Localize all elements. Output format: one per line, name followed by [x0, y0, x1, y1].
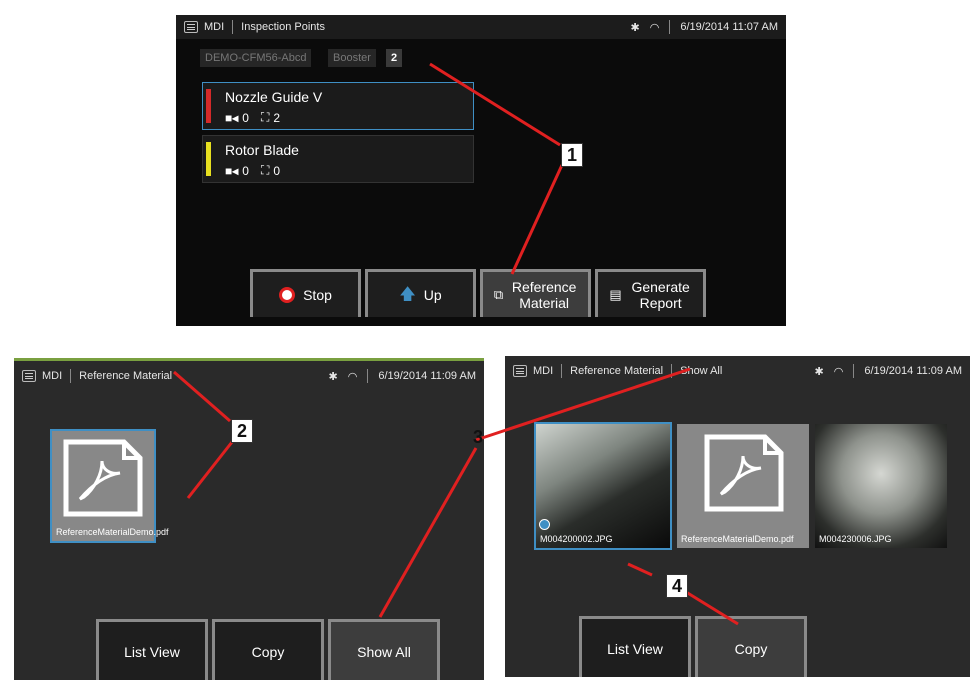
reference-material-show-all-screen: MDI Reference Material Show All ✱ ◠ 6/19…	[505, 356, 970, 677]
status-color-bar	[206, 142, 211, 176]
callout-3: 3	[472, 426, 483, 447]
item-name: Rotor Blade	[225, 142, 299, 158]
image-thumbnail[interactable]: M004200002.JPG	[534, 422, 672, 550]
list-view-label: List View	[607, 640, 663, 657]
bluetooth-icon: ✱	[328, 370, 338, 383]
breadcrumb-level[interactable]: 2	[386, 49, 403, 67]
divider	[232, 20, 234, 34]
bluetooth-icon: ✱	[814, 365, 824, 378]
image-thumbnail[interactable]: M004230006.JPG	[815, 424, 947, 548]
item-name: Nozzle Guide V	[225, 89, 323, 105]
image-icon: ⛶	[260, 110, 270, 124]
breadcrumb-section[interactable]: Booster	[328, 49, 376, 67]
screen-title: Inspection Points	[241, 21, 325, 33]
video-icon: ■◂	[225, 110, 239, 125]
divider	[561, 364, 563, 378]
show-all-label: Show All	[357, 643, 411, 660]
menu-icon[interactable]	[22, 370, 36, 382]
divider	[671, 364, 673, 378]
list-view-button[interactable]: List View	[96, 619, 208, 680]
up-button[interactable]: 🡅 Up	[365, 269, 476, 317]
datetime: 6/19/2014 11:07 AM	[680, 21, 778, 33]
screen-title: Reference Material	[570, 365, 664, 377]
menu-icon[interactable]	[513, 365, 527, 377]
bluetooth-icon: ✱	[630, 21, 640, 34]
stop-label: Stop	[303, 286, 332, 303]
generate-report-button[interactable]: ▤ Generate Report	[595, 269, 706, 317]
image-count: 2	[273, 110, 281, 125]
softkey-bar: List View Copy	[579, 616, 807, 677]
app-name: MDI	[204, 21, 225, 33]
status-color-bar	[206, 89, 211, 123]
copy-label: Copy	[734, 640, 768, 657]
file-name: M004200002.JPG	[540, 534, 613, 544]
wifi-icon: ◠	[649, 21, 660, 34]
softkey-bar: Stop 🡅 Up ⧉ Reference Material ▤ Generat…	[250, 269, 706, 317]
app-name: MDI	[533, 365, 554, 377]
report-icon: ▤	[609, 286, 622, 302]
status-bar: MDI Reference Material ✱ ◠ 6/19/2014 11:…	[14, 361, 484, 391]
app-name: MDI	[42, 370, 63, 382]
reference-material-screen: MDI Reference Material ✱ ◠ 6/19/2014 11:…	[14, 358, 484, 680]
file-thumbnail[interactable]: ReferenceMaterialDemo.pdf	[50, 429, 169, 543]
file-name: ReferenceMaterialDemo.pdf	[681, 534, 794, 544]
wifi-icon: ◠	[833, 365, 844, 378]
file-name: ReferenceMaterialDemo.pdf	[56, 527, 169, 537]
status-bar: MDI Inspection Points ✱ ◠ 6/19/2014 11:0…	[176, 15, 786, 39]
menu-icon[interactable]	[184, 21, 198, 33]
datetime: 6/19/2014 11:09 AM	[864, 365, 962, 377]
list-view-label: List View	[124, 643, 180, 660]
callout-4: 4	[666, 574, 688, 598]
image-folder-icon: ⧉	[493, 286, 504, 302]
image-icon: ⛶	[260, 163, 270, 177]
inspection-points-screen: MDI Inspection Points ✱ ◠ 6/19/2014 11:0…	[176, 15, 786, 326]
pdf-icon	[704, 434, 784, 512]
datetime: 6/19/2014 11:09 AM	[378, 370, 476, 382]
show-all-button[interactable]: Show All	[328, 619, 440, 680]
divider	[367, 369, 369, 383]
divider	[669, 20, 671, 34]
up-arrow-icon: 🡅	[399, 285, 416, 303]
inspection-point-item[interactable]: Rotor Blade ■◂ 0 ⛶ 0	[202, 135, 474, 183]
inspection-point-item[interactable]: Nozzle Guide V ■◂ 0 ⛶ 2	[202, 82, 474, 130]
pdf-icon	[63, 439, 143, 517]
screen-title: Reference Material	[79, 370, 173, 382]
image-count: 0	[273, 163, 281, 178]
softkey-bar: List View Copy Show All	[96, 619, 440, 680]
copy-button[interactable]: Copy	[212, 619, 324, 680]
callout-2: 2	[231, 419, 253, 443]
video-icon: ■◂	[225, 163, 239, 178]
divider	[70, 369, 72, 383]
breadcrumb-asset[interactable]: DEMO-CFM56-Abcd	[200, 49, 312, 67]
copy-button[interactable]: Copy	[695, 616, 807, 677]
wifi-icon: ◠	[347, 370, 358, 383]
status-bar: MDI Reference Material Show All ✱ ◠ 6/19…	[505, 356, 970, 386]
video-count: 0	[242, 110, 249, 125]
up-label: Up	[423, 286, 442, 303]
list-view-button[interactable]: List View	[579, 616, 691, 677]
generate-report-label: Generate Report	[631, 278, 690, 311]
video-count: 0	[242, 163, 249, 178]
divider	[853, 364, 855, 378]
reference-material-label: Reference Material	[511, 278, 577, 311]
filter-label[interactable]: Show All	[680, 365, 722, 377]
file-name: M004230006.JPG	[819, 534, 892, 544]
copy-label: Copy	[251, 643, 285, 660]
selected-indicator-icon	[539, 519, 550, 530]
callout-1: 1	[561, 143, 583, 167]
reference-material-button[interactable]: ⧉ Reference Material	[480, 269, 591, 317]
stop-icon	[279, 286, 296, 303]
stop-button[interactable]: Stop	[250, 269, 361, 317]
file-thumbnail[interactable]: ReferenceMaterialDemo.pdf	[677, 424, 809, 548]
